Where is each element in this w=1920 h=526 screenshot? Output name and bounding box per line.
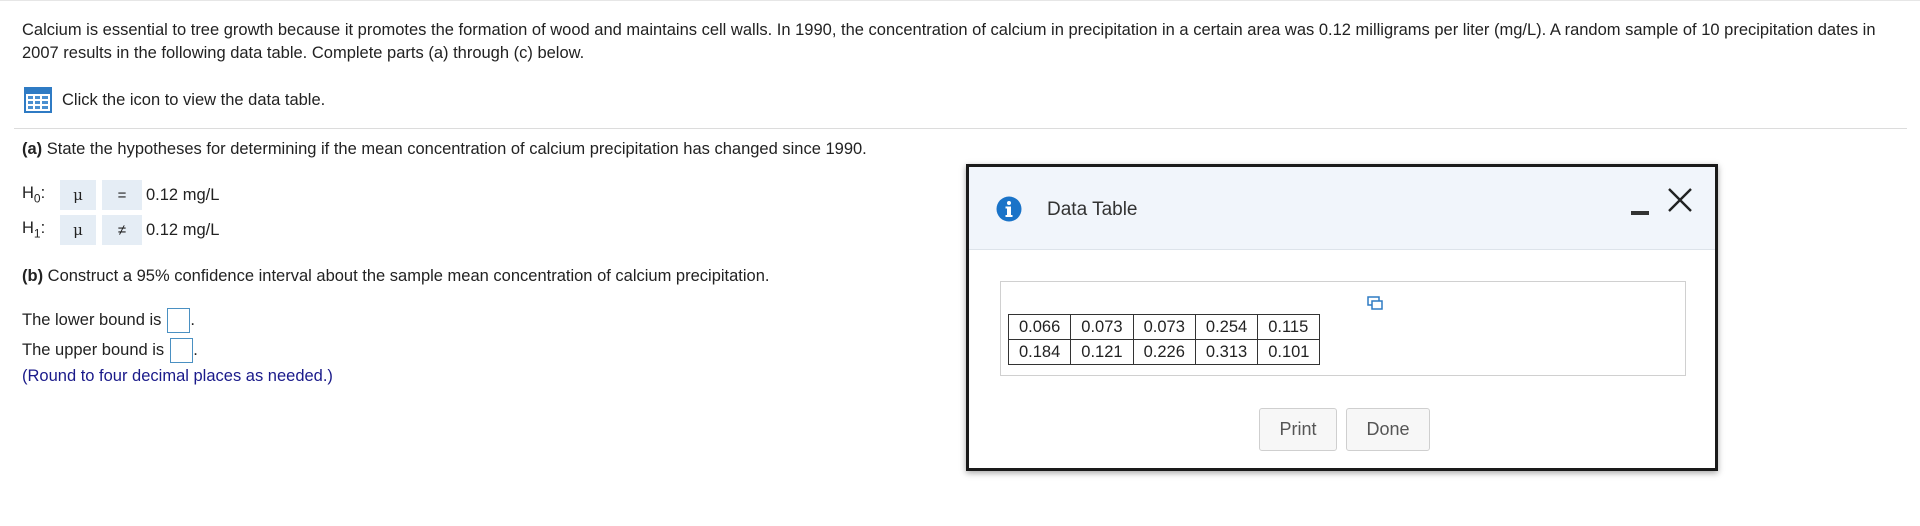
rounding-note: (Round to four decimal places as needed.… [22, 367, 333, 385]
part-b-text: Construct a 95% confidence interval abou… [43, 267, 770, 285]
popout-icon[interactable] [1367, 296, 1383, 310]
null-hypothesis-row: H0: μ = 0.12 mg/L [22, 180, 219, 210]
h1-parameter-dropdown[interactable]: μ [60, 215, 96, 245]
part-a-text: State the hypotheses for determining if … [42, 140, 867, 158]
dialog-header: Data Table [969, 167, 1715, 250]
data-table-frame: 0.066 0.073 0.073 0.254 0.115 0.184 0.12… [1000, 281, 1686, 376]
h1-operator-dropdown[interactable]: ≠ [102, 215, 142, 245]
table-row: 0.066 0.073 0.073 0.254 0.115 [1007, 314, 1321, 340]
h1-label: H1: [22, 219, 46, 241]
h0-parameter-dropdown[interactable]: μ [60, 180, 96, 210]
table-grid-icon[interactable] [24, 87, 52, 113]
h1-value: 0.12 mg/L [146, 220, 220, 239]
lower-bound-row: The lower bound is . [22, 308, 195, 333]
done-button[interactable]: Done [1346, 408, 1430, 451]
table-cell: 0.226 [1132, 339, 1196, 365]
top-divider [0, 0, 1920, 1]
close-icon[interactable] [1665, 185, 1695, 215]
table-cell: 0.121 [1070, 339, 1134, 365]
part-b-label: (b) [22, 267, 44, 285]
minimize-icon[interactable] [1630, 202, 1650, 218]
upper-bound-input[interactable] [170, 338, 194, 363]
info-icon [996, 196, 1022, 222]
table-cell: 0.184 [1007, 339, 1072, 365]
table-cell: 0.115 [1257, 314, 1321, 340]
h0-value: 0.12 mg/L [146, 185, 220, 204]
view-data-table-label[interactable]: Click the icon to view the data table. [62, 91, 325, 110]
data-table-dialog: Data Table 0.066 0.073 0.073 0.254 0.115… [966, 164, 1718, 471]
upper-bound-period: . [193, 341, 198, 359]
upper-bound-label: The upper bound is [22, 341, 165, 359]
part-a-prompt: (a) State the hypotheses for determining… [22, 140, 867, 159]
table-cell: 0.254 [1194, 314, 1259, 340]
alternative-hypothesis-row: H1: μ ≠ 0.12 mg/L [22, 215, 219, 245]
table-row: 0.184 0.121 0.226 0.313 0.101 [1007, 339, 1321, 365]
lower-bound-label: The lower bound is [22, 311, 162, 329]
lower-bound-period: . [190, 311, 196, 329]
table-cell: 0.073 [1132, 314, 1196, 340]
table-cell: 0.066 [1007, 314, 1072, 340]
part-b-prompt: (b) Construct a 95% confidence interval … [22, 267, 769, 286]
calcium-data-table: 0.066 0.073 0.073 0.254 0.115 0.184 0.12… [1007, 314, 1321, 365]
problem-statement: Calcium is essential to tree growth beca… [22, 21, 1876, 62]
table-cell: 0.073 [1070, 314, 1134, 340]
h0-operator-dropdown[interactable]: = [102, 180, 142, 210]
part-a-label: (a) [22, 140, 43, 158]
upper-bound-row: The upper bound is . [22, 338, 198, 363]
table-cell: 0.313 [1194, 339, 1259, 365]
dialog-title: Data Table [1047, 199, 1138, 220]
section-divider [14, 128, 1907, 129]
print-button[interactable]: Print [1259, 408, 1337, 451]
h0-label: H0: [22, 184, 46, 206]
lower-bound-input[interactable] [167, 308, 191, 333]
view-data-table-link[interactable]: Click the icon to view the data table. [24, 87, 325, 113]
table-cell: 0.101 [1257, 339, 1321, 365]
